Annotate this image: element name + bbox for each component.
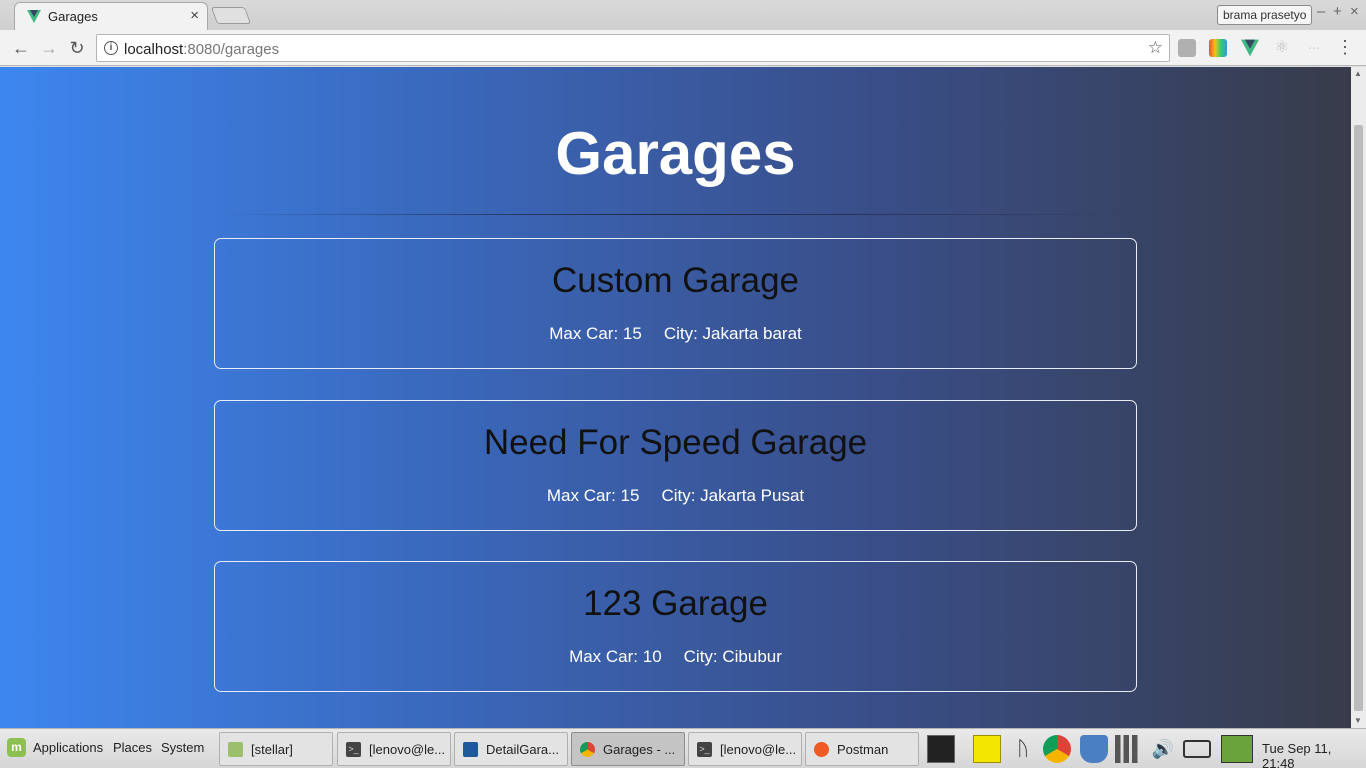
network-signal-icon[interactable]	[1115, 735, 1143, 763]
taskbar-window-chrome[interactable]: Garages - ...	[571, 732, 685, 766]
garage-meta: Max Car: 15 City: Jakarta barat	[215, 324, 1136, 344]
new-tab-button[interactable]	[210, 7, 252, 24]
maximize-icon[interactable]: +	[1333, 3, 1342, 20]
vue-devtools-icon[interactable]	[1241, 39, 1259, 57]
garage-max-car: Max Car: 15	[549, 324, 642, 343]
chrome-tray-icon[interactable]	[1043, 735, 1071, 763]
page-viewport: Garages Custom Garage Max Car: 15 City: J…	[0, 67, 1351, 728]
taskbar-window-vscode[interactable]: DetailGara...	[454, 732, 568, 766]
close-tab-icon[interactable]: ×	[190, 7, 199, 24]
reload-icon[interactable]: ↻	[66, 37, 88, 59]
bluetooth-icon[interactable]: ᚢ	[1009, 735, 1037, 763]
browser-tab-strip: Garages × brama prasetyo – + ×	[0, 0, 1366, 30]
browser-tab[interactable]: Garages ×	[14, 2, 208, 30]
garage-name: 123 Garage	[583, 584, 768, 623]
taskbar-window-label: [lenovo@le...	[720, 742, 797, 757]
terminal-icon: >_	[697, 742, 712, 757]
taskbar-window-label: Postman	[837, 742, 889, 757]
page-scrollbar[interactable]: ▲ ▼	[1351, 67, 1366, 728]
terminal-launcher-icon[interactable]	[927, 735, 955, 763]
close-window-icon[interactable]: ×	[1350, 3, 1359, 20]
react-devtools-icon[interactable]: ⚛	[1273, 39, 1291, 57]
garage-meta: Max Car: 10 City: Cibubur	[215, 647, 1136, 667]
minimize-icon[interactable]: –	[1317, 3, 1325, 20]
profile-button[interactable]: brama prasetyo	[1217, 5, 1313, 25]
spinner-extension-icon[interactable]: ⋯	[1305, 39, 1323, 57]
workspace-switcher-icon[interactable]	[1221, 735, 1253, 763]
postman-icon	[814, 742, 829, 757]
taskbar-window-label: Garages - ...	[603, 742, 676, 757]
system-menu[interactable]: System	[161, 740, 204, 755]
battery-icon[interactable]	[1183, 740, 1211, 758]
garage-meta: Max Car: 15 City: Jakarta Pusat	[215, 486, 1136, 506]
places-menu[interactable]: Places	[113, 740, 152, 755]
terminal-icon: >_	[346, 742, 361, 757]
info-icon[interactable]: i	[104, 41, 118, 55]
scroll-up-arrow-icon[interactable]: ▲	[1354, 69, 1362, 78]
vue-logo-icon	[27, 10, 41, 23]
garage-card[interactable]: 123 Garage Max Car: 10 City: Cibubur	[214, 561, 1137, 692]
vscode-icon	[463, 742, 478, 757]
colorful-extension-icon[interactable]	[1209, 39, 1227, 57]
volume-icon[interactable]: 🔊	[1149, 735, 1177, 763]
tab-title: Garages	[48, 9, 98, 24]
scroll-down-arrow-icon[interactable]: ▼	[1354, 716, 1362, 725]
scrollbar-thumb[interactable]	[1354, 125, 1363, 711]
taskbar-window-stellar[interactable]: [stellar]	[219, 732, 333, 766]
address-bar[interactable]: i localhost:8080/garages ☆	[96, 34, 1170, 62]
system-taskbar: m Applications Places System [stellar] >…	[0, 728, 1366, 768]
garage-city: City: Cibubur	[683, 647, 782, 666]
forward-arrow-icon[interactable]: →	[38, 37, 60, 59]
garage-card[interactable]: Custom Garage Max Car: 15 City: Jakarta b…	[214, 238, 1137, 369]
title-divider	[214, 214, 1136, 215]
mint-menu-icon[interactable]: m	[7, 738, 26, 757]
task-list-icon[interactable]	[973, 735, 1001, 763]
folder-icon	[228, 742, 243, 757]
garage-name: Custom Garage	[551, 261, 800, 300]
garage-city: City: Jakarta barat	[663, 324, 802, 343]
taskbar-window-terminal[interactable]: >_ [lenovo@le...	[337, 732, 451, 766]
menu-icon[interactable]: ⋮	[1336, 37, 1354, 58]
applications-menu[interactable]: Applications	[33, 740, 103, 755]
url-path: :8080/garages	[183, 41, 280, 58]
garage-name: Need For Speed Garage	[483, 423, 868, 462]
taskbar-window-label: [lenovo@le...	[369, 742, 446, 757]
taskbar-window-terminal[interactable]: >_ [lenovo@le...	[688, 732, 802, 766]
browser-toolbar: ← → ↻ i localhost:8080/garages ☆ ⚛ ⋯ ⋮	[0, 30, 1366, 66]
bookmark-star-icon[interactable]: ☆	[1148, 38, 1163, 58]
chrome-icon	[580, 742, 595, 757]
taskbar-window-label: DetailGara...	[486, 742, 559, 757]
url-host: localhost	[124, 41, 184, 58]
garage-max-car: Max Car: 10	[569, 647, 662, 666]
url-text: localhost:8080/garages	[124, 41, 279, 58]
garage-city: City: Jakarta Pusat	[661, 486, 805, 505]
taskbar-window-postman[interactable]: Postman	[805, 732, 919, 766]
page-title: Garages	[555, 120, 796, 187]
shield-icon[interactable]	[1080, 735, 1108, 763]
garage-card[interactable]: Need For Speed Garage Max Car: 15 City: J…	[214, 400, 1137, 531]
extension-icon[interactable]	[1178, 39, 1196, 57]
back-arrow-icon[interactable]: ←	[10, 37, 32, 59]
clock[interactable]: Tue Sep 11, 21:48	[1262, 741, 1366, 768]
garage-max-car: Max Car: 15	[546, 486, 640, 505]
taskbar-window-label: [stellar]	[251, 742, 293, 757]
